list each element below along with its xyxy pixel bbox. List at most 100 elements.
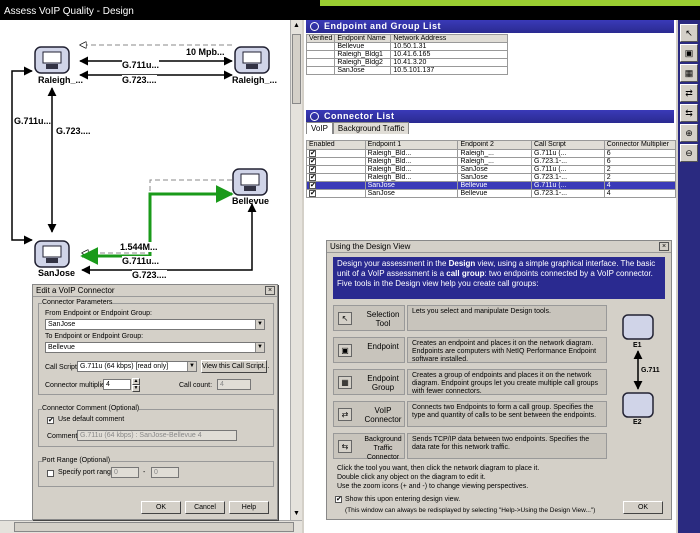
help-tool-row: ▣ Endpoint Creates an endpoint and places… [333, 335, 609, 365]
window-title: Assess VoIP Quality - Design [4, 6, 134, 17]
tab-voip[interactable]: VoIP [306, 122, 333, 134]
table-row-selected[interactable]: ✔ SanJose Bellevue G.711u (... 4 [306, 181, 677, 190]
endpoint-group-tool-icon[interactable]: ▦ [680, 64, 698, 82]
show-on-entry-checkbox[interactable]: ✔ [335, 496, 342, 503]
connector-table[interactable]: Enabled Endpoint 1 Endpoint 2 Call Scrip… [306, 140, 677, 198]
ok-button[interactable]: OK [141, 501, 181, 514]
help-button[interactable]: Help [229, 501, 269, 514]
using-design-view-window: Using the Design View × Design your asse… [326, 240, 672, 520]
selection-tool-icon[interactable]: ↖ [680, 24, 698, 42]
column-header[interactable]: Endpoint 2 [457, 140, 532, 150]
view-call-script-button[interactable]: View this Call Script... [201, 360, 270, 373]
from-endpoint-select[interactable]: SanJose ▼ [45, 319, 265, 330]
column-header[interactable]: Connector Multiplier [603, 140, 677, 150]
group-label: Connector Comment (Optional) [42, 405, 140, 412]
port-to-input[interactable]: 0 [151, 467, 179, 478]
endpoint-node-icon[interactable] [232, 168, 268, 196]
endpoint-group-tool-icon: ▦ [338, 376, 352, 389]
column-header[interactable]: Endpoint Name [334, 34, 392, 43]
enabled-checkbox[interactable]: ✔ [309, 158, 316, 165]
column-header[interactable]: Call Script [530, 140, 605, 150]
edge-label: G.723.... [132, 270, 167, 280]
use-default-comment-checkbox[interactable]: ✔ [47, 417, 54, 424]
to-endpoint-select[interactable]: Bellevue ▼ [45, 342, 265, 353]
enabled-checkbox[interactable]: ✔ [309, 182, 316, 189]
tab-background-traffic[interactable]: Background Traffic [332, 122, 410, 134]
panel-icon [310, 112, 319, 121]
edge-raleigh-sanjose-g711[interactable] [11, 66, 33, 245]
background-traffic-tool-icon[interactable]: ⇆ [680, 104, 698, 122]
node-label-raleigh-1: Raleigh_... [38, 75, 84, 85]
from-endpoint-label: From Endpoint or Endpoint Group: [45, 310, 153, 317]
enabled-checkbox[interactable]: ✔ [309, 166, 316, 173]
zoom-in-icon[interactable]: ⊕ [680, 124, 698, 142]
dialog-title-bar: Edit a VoIP Connector × [33, 285, 277, 297]
help-tool-row: ▦ Endpoint Group Creates a group of endpo… [333, 367, 609, 397]
scrollbar-thumb[interactable] [14, 522, 294, 532]
help-title-bar: Using the Design View × [327, 241, 671, 253]
edge-sanjose-bellevue-g723[interactable] [81, 203, 257, 275]
canvas-vertical-scrollbar[interactable]: ▲ ▼ [290, 20, 302, 520]
table-row[interactable]: ✔ Raleigh_Bld... Raleigh_... G.711u (... 6 [306, 149, 677, 158]
table-row[interactable]: ✔ Raleigh_Bld... Raleigh_... G.723.1-... 6 [306, 157, 677, 166]
chevron-down-icon[interactable]: ▼ [255, 343, 264, 352]
comment-input[interactable]: G.711u (64 kbps) : SanJose-Bellevue 4 [77, 430, 237, 441]
table-row[interactable]: ✔ SanJose Bellevue G.723.1-... 4 [306, 189, 677, 198]
canvas-horizontal-scrollbar[interactable] [0, 520, 302, 533]
window-title-bar: Assess VoIP Quality - Design [0, 0, 700, 20]
column-header[interactable]: Endpoint 1 [364, 140, 459, 150]
enabled-checkbox[interactable]: ✔ [309, 190, 316, 197]
node-label-raleigh-2: Raleigh_... [232, 75, 278, 85]
call-script-label: Call Script: [45, 364, 79, 371]
scroll-up-icon[interactable]: ▲ [291, 20, 302, 32]
use-default-comment-label: Use default comment [58, 416, 125, 423]
stepper-up-icon[interactable]: ▲ [132, 378, 140, 385]
e1-label: E1 [633, 342, 642, 349]
zoom-out-icon[interactable]: ⊖ [680, 144, 698, 162]
codec-label: G.711 [641, 367, 660, 374]
enabled-checkbox[interactable]: ✔ [309, 150, 316, 157]
call-count-value: 4 [217, 379, 251, 390]
call-script-select[interactable]: G.711u (64 kbps) [read only] ▼ [77, 361, 197, 372]
table-row[interactable]: ✔ Raleigh_Bld... SanJose G.711u (... 2 [306, 165, 677, 174]
comment-label: Comment: [47, 433, 80, 440]
close-icon[interactable]: × [659, 242, 669, 251]
table-row[interactable]: SanJose 10.5.101.137 [305, 66, 508, 75]
connector-multiplier-input[interactable]: 4 [103, 379, 131, 390]
table-row[interactable]: Raleigh_Bldg2 10.41.3.20 [305, 58, 508, 67]
edge-label: 10 Mpb... [186, 47, 225, 57]
e2-label: E2 [633, 419, 642, 426]
specify-port-range-checkbox[interactable] [47, 470, 54, 477]
connector-multiplier-label: Connector multiplier: [45, 382, 110, 389]
table-row[interactable]: ✔ Raleigh_Bld... SanJose G.723.1-... 2 [306, 173, 677, 182]
endpoint-icon [622, 314, 654, 340]
scroll-down-icon[interactable]: ▼ [291, 508, 302, 520]
call-count-label: Call count: [179, 382, 213, 389]
port-from-input[interactable]: 0 [111, 467, 139, 478]
ok-button[interactable]: OK [623, 501, 663, 514]
endpoint-table[interactable]: Verified Endpoint Name Network Address B… [305, 34, 508, 75]
enabled-checkbox[interactable]: ✔ [309, 174, 316, 181]
table-row[interactable]: Bellevue 10.50.1.31 [305, 42, 508, 51]
close-icon[interactable]: × [265, 286, 275, 295]
specify-port-range-label: Specify port range [58, 469, 115, 476]
chevron-down-icon[interactable]: ▼ [255, 320, 264, 329]
endpoint-node-icon[interactable] [34, 46, 70, 74]
table-row[interactable]: Raleigh_Bldg1 10.41.6.165 [305, 50, 508, 59]
chevron-down-icon[interactable]: ▼ [187, 362, 196, 371]
column-header[interactable]: Enabled [306, 140, 366, 150]
to-endpoint-label: To Endpoint or Endpoint Group: [45, 333, 144, 340]
scrollbar-thumb[interactable] [292, 34, 301, 104]
endpoint-tool-icon[interactable]: ▣ [680, 44, 698, 62]
cancel-button[interactable]: Cancel [185, 501, 225, 514]
endpoint-node-icon[interactable] [34, 240, 70, 268]
column-header[interactable]: Network Address [390, 34, 508, 43]
help-tool-row: ↖ Selection Tool Lets you select and mani… [333, 303, 609, 333]
node-label-sanjose: SanJose [38, 268, 76, 278]
group-label: Connector Parameters [42, 299, 113, 306]
stepper-down-icon[interactable]: ▼ [132, 385, 140, 392]
voip-connector-tool-icon[interactable]: ⇄ [680, 84, 698, 102]
column-header[interactable]: Verified [305, 34, 336, 43]
endpoint-node-icon[interactable] [234, 46, 270, 74]
title-accent-bar [320, 0, 700, 6]
